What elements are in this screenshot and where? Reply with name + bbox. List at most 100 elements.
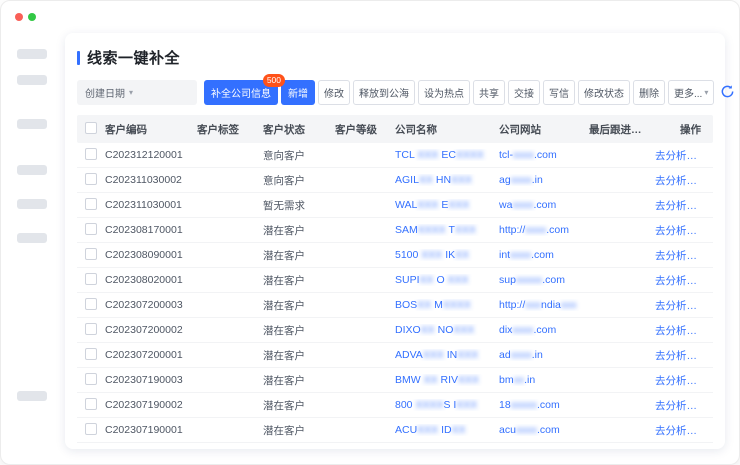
company-name-link[interactable]: 5100 XXX IKXX [395,249,499,261]
row-checkbox[interactable] [85,223,97,235]
company-website-link[interactable]: bmxx.in [499,374,589,386]
chevron-down-icon: ▾ [129,88,133,97]
row-checkbox[interactable] [85,348,97,360]
company-name-link[interactable]: BMW XX RIVXXX [395,374,499,386]
select-all-checkbox[interactable] [85,122,97,134]
sidebar-menu-item[interactable] [17,199,47,209]
company-website-link[interactable]: intxxxx.com [499,249,589,261]
analyze-customer-link[interactable]: 去分析客户 [655,248,713,263]
company-website-link[interactable]: dixxxxx.com [499,324,589,336]
more-button[interactable]: 更多... ▾ [668,80,714,105]
analyze-customer-link[interactable]: 去分析客户 [655,273,713,288]
customer-status: 潜在客户 [263,373,335,388]
row-checkbox[interactable] [85,248,97,260]
share-button[interactable]: 共享 [473,80,505,105]
analyze-customer-link[interactable]: 去分析客户 [655,423,713,438]
row-checkbox[interactable] [85,148,97,160]
company-name-link[interactable]: BOSXX MXXXX [395,299,499,311]
analyze-customer-link[interactable]: 去分析客户 [655,148,713,163]
company-name-link[interactable]: WALXXX EXXX [395,199,499,211]
sidebar-menu-item[interactable] [17,49,47,59]
row-checkbox[interactable] [85,198,97,210]
edit-button[interactable]: 修改 [318,80,350,105]
delete-button[interactable]: 删除 [633,80,665,105]
column-header-followup-summary: 最后跟进总结 [589,122,655,137]
analyze-customer-link[interactable]: 去分析客户 [655,323,713,338]
column-header-customer-code: 客户编码 [105,122,197,137]
release-to-public-pool-button[interactable]: 释放到公海 [353,80,415,105]
customer-status: 潜在客户 [263,223,335,238]
customer-table: 客户编码 客户标签 客户状态 客户等级 公司名称 公司网站 最后跟进总结 操作 … [77,115,713,443]
sidebar-menu-item[interactable] [17,165,47,175]
toolbar-icons [717,83,740,103]
company-website-link[interactable]: http://xxxx.com [499,224,589,236]
company-website-link[interactable]: adxxxx.in [499,349,589,361]
zoom-window-button[interactable] [28,13,36,21]
customer-status: 潜在客户 [263,398,335,413]
customer-code: C202312120001 [105,149,197,161]
row-checkbox[interactable] [85,373,97,385]
table-row: C202312120001 意向客户 TCL XXX ECXXXX tcl-xx… [77,143,713,168]
sidebar-menu-item[interactable] [17,233,47,243]
company-website-link[interactable]: http://xxxndiaxxx [499,299,589,311]
customer-status: 潜在客户 [263,323,335,338]
company-website-link[interactable]: 18xxxxx.com [499,399,589,411]
customer-status: 暂无需求 [263,198,335,213]
company-name-link[interactable]: ACUXXX IDXX [395,424,499,436]
company-website-link[interactable]: agxxxx.in [499,174,589,186]
row-checkbox[interactable] [85,323,97,335]
customer-code: C202308020001 [105,274,197,286]
table-row: C202307200001 潜在客户 ADVAXXX INXXX adxxxx.… [77,343,713,368]
add-button[interactable]: 新增 [281,80,315,105]
page-header: 线索一键补全 [77,47,713,68]
table-row: C202308020001 潜在客户 SUPIXX O XXX supxxxxx… [77,268,713,293]
analyze-customer-link[interactable]: 去分析客户 [655,348,713,363]
company-website-link[interactable]: acuxxxx.com [499,424,589,436]
refresh-button[interactable] [717,83,737,103]
analyze-customer-link[interactable]: 去分析客户 [655,173,713,188]
modify-status-button[interactable]: 修改状态 [578,80,630,105]
set-hotspot-button[interactable]: 设为热点 [418,80,470,105]
row-checkbox[interactable] [85,423,97,435]
row-checkbox[interactable] [85,273,97,285]
table-row: C202307200002 潜在客户 DIXOXX NOXXX dixxxxx.… [77,318,713,343]
company-name-link[interactable]: TCL XXX ECXXXX [395,149,499,161]
analyze-customer-link[interactable]: 去分析客户 [655,373,713,388]
sidebar [1,41,61,464]
analyze-customer-link[interactable]: 去分析客户 [655,223,713,238]
customer-status: 潜在客户 [263,298,335,313]
company-name-link[interactable]: AGILXX HNXXX [395,174,499,186]
row-checkbox[interactable] [85,398,97,410]
table-row: C202307190001 潜在客户 ACUXXX IDXX acuxxxx.c… [77,418,713,443]
table-row: C202307200003 潜在客户 BOSXX MXXXX http://xx… [77,293,713,318]
analyze-customer-link[interactable]: 去分析客户 [655,198,713,213]
company-name-link[interactable]: SAMXXXX TXXX [395,224,499,236]
row-checkbox[interactable] [85,173,97,185]
customer-status: 潜在客户 [263,273,335,288]
company-website-link[interactable]: supxxxxx.com [499,274,589,286]
write-letter-button[interactable]: 写信 [543,80,575,105]
complete-company-info-button[interactable]: 补全公司信息 500 [204,80,278,105]
row-checkbox[interactable] [85,298,97,310]
add-button-label: 新增 [288,85,308,100]
table-row: C202311030002 意向客户 AGILXX HNXXX agxxxx.i… [77,168,713,193]
customer-code: C202308090001 [105,249,197,261]
analyze-customer-link[interactable]: 去分析客户 [655,398,713,413]
company-website-link[interactable]: waxxxx.com [499,199,589,211]
analyze-customer-link[interactable]: 去分析客户 [655,298,713,313]
sidebar-menu-item[interactable] [17,391,47,401]
company-name-link[interactable]: ADVAXXX INXXX [395,349,499,361]
handover-button[interactable]: 交接 [508,80,540,105]
table-row: C202308170001 潜在客户 SAMXXXX TXXX http://x… [77,218,713,243]
sidebar-menu-item[interactable] [17,75,47,85]
close-window-button[interactable] [15,13,23,21]
company-website-link[interactable]: tcl-xxxx.com [499,149,589,161]
company-name-link[interactable]: 800 XXXXS IXXX [395,399,499,411]
customer-status: 潜在客户 [263,248,335,263]
company-name-link[interactable]: DIXOXX NOXXX [395,324,499,336]
sidebar-menu-item[interactable] [17,119,47,129]
create-date-filter[interactable]: 创建日期 ▾ [77,80,197,105]
more-button-label: 更多... [674,85,702,100]
company-name-link[interactable]: SUPIXX O XXX [395,274,499,286]
table-row: C202307190002 潜在客户 800 XXXXS IXXX 18xxxx… [77,393,713,418]
